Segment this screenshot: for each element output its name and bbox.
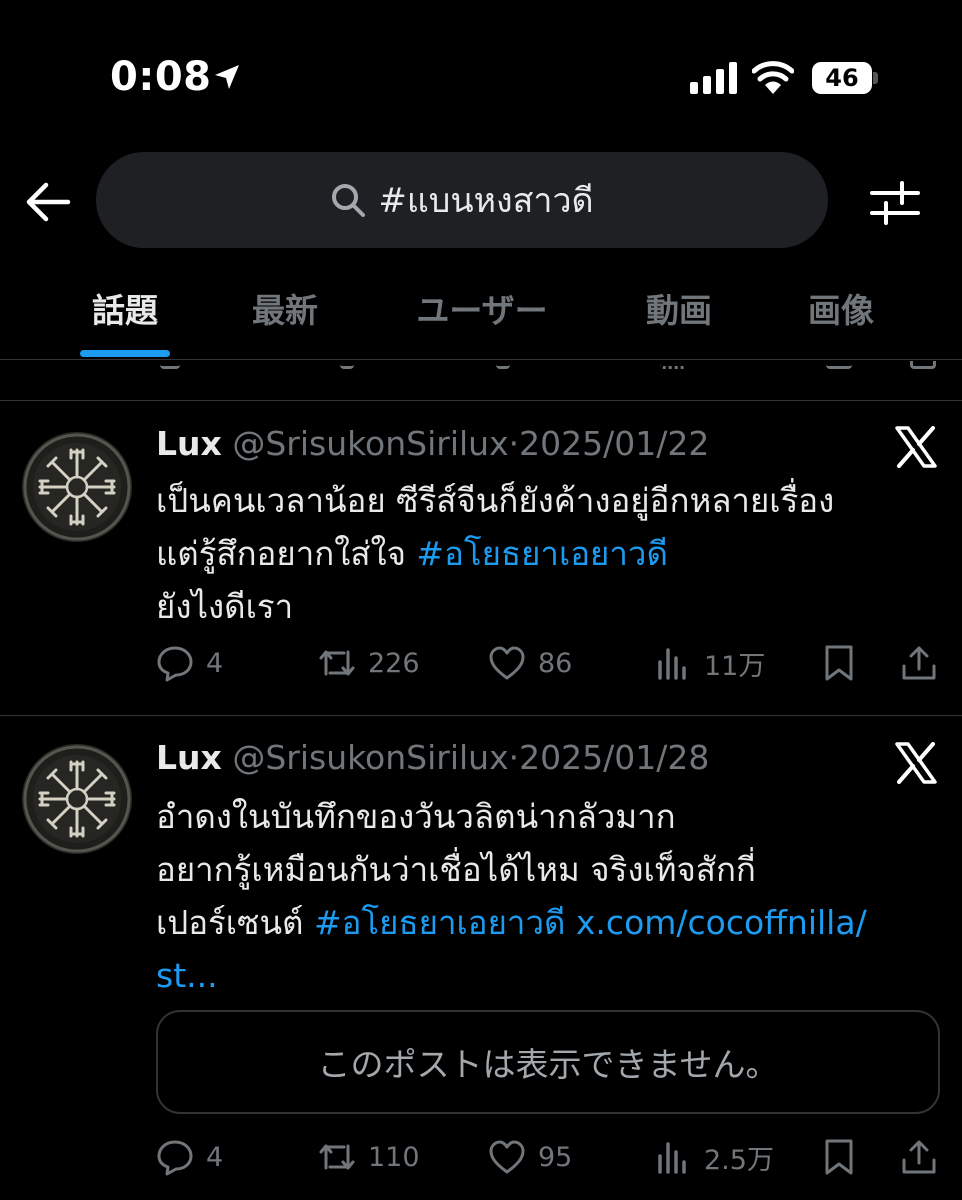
url-link-continuation[interactable]: st... (156, 956, 218, 995)
tweet-text-fragment: แต่รู้สึกอยากใส่ใจ (156, 534, 417, 573)
reply-icon (157, 1140, 193, 1176)
filter-sliders-icon[interactable] (870, 180, 920, 226)
cellular-signal-icon (690, 62, 737, 94)
reply-icon (157, 646, 193, 682)
author-name[interactable]: Lux (156, 424, 222, 463)
share-icon (902, 1140, 936, 1174)
bookmark-icon (825, 645, 853, 681)
search-results-screen: 0:08 46 #แบนหงสาวดี 話題 最新 ユーザー 動画 画像 Lux… (0, 0, 962, 1200)
retweet-count: 226 (368, 647, 420, 679)
bookmark-button[interactable] (820, 1132, 858, 1182)
reply-icon[interactable] (160, 361, 180, 369)
share-button[interactable] (900, 1132, 938, 1182)
tweet-text: อำดงในบันทึกของวันวลิตน่ากลัวมาก อยากรู้… (156, 790, 926, 1002)
unavailable-post-message: このポストは表示できません。 (317, 1045, 779, 1084)
tweet-date[interactable]: 2025/01/22 (519, 424, 709, 463)
reply-button[interactable]: 4 (156, 1132, 223, 1182)
reply-button[interactable]: 4 (156, 638, 223, 688)
views-icon (658, 648, 686, 680)
tab-users[interactable]: ユーザー (402, 284, 562, 344)
tweet-text: เป็นคนเวลาน้อย ซีรีส์จีนก็ยังค้างอยู่อีก… (156, 474, 926, 633)
views-button[interactable]: 2.5万 (654, 1132, 774, 1182)
tweet-text-line: เปอร์เซนต์ #อโยธยาเอยาวดี x.com/cocoffni… (156, 896, 926, 949)
bookmark-icon (825, 1139, 853, 1175)
like-button[interactable]: 86 (488, 638, 572, 688)
hashtag-link[interactable]: #อโยธยาเอยาวดี (416, 534, 667, 573)
header-separator: · (508, 738, 520, 777)
retweet-icon (319, 1144, 355, 1170)
reply-count: 4 (206, 647, 224, 679)
tweet-text-line: st... (156, 949, 926, 1002)
active-tab-indicator (80, 350, 170, 357)
x-logo-icon[interactable] (894, 742, 938, 784)
retweet-icon[interactable] (340, 361, 354, 369)
retweet-icon (319, 650, 355, 676)
like-count: 86 (538, 647, 573, 679)
tweet-date[interactable]: 2025/01/28 (519, 738, 709, 777)
avatar-emblem-icon (23, 433, 131, 541)
battery-icon: 46 (812, 62, 878, 94)
tweet-text-line: อำดงในบันทึกของวันวลิตน่ากลัวมาก (156, 797, 676, 836)
like-icon[interactable] (496, 361, 510, 369)
avatar-emblem-icon (23, 745, 131, 853)
share-icon[interactable] (910, 361, 936, 369)
tweet-text-line: เป็นคนเวลาน้อย ซีรีส์จีนก็ยังค้างอยู่อีก… (156, 481, 835, 520)
tweet-actions: 4 226 86 11万 (156, 638, 946, 688)
reply-count: 4 (206, 1141, 224, 1173)
tweet[interactable]: Lux @SrisukonSirilux·2025/01/28 อำดงในบั… (0, 716, 962, 1200)
author-handle[interactable]: @SrisukonSirilux (232, 738, 508, 777)
tweet-text-line: ยังไงดีเรา (156, 587, 294, 626)
tweet-text-fragment: เปอร์เซนต์ (156, 903, 314, 942)
tweet[interactable]: Lux @SrisukonSirilux·2025/01/22 เป็นคนเว… (0, 402, 962, 716)
back-arrow-icon[interactable] (24, 180, 72, 224)
like-count: 95 (538, 1141, 573, 1173)
tab-top[interactable]: 話題 (80, 284, 170, 344)
views-button[interactable]: 11万 (654, 638, 765, 688)
author-name[interactable]: Lux (156, 738, 222, 777)
views-count: 11万 (704, 650, 766, 682)
retweet-count: 110 (368, 1141, 420, 1173)
retweet-button[interactable]: 226 (318, 638, 420, 688)
like-icon (489, 646, 525, 680)
wifi-icon (752, 61, 794, 94)
search-input[interactable]: #แบนหงสาวดี (96, 152, 828, 248)
avatar[interactable] (22, 432, 132, 542)
tab-images[interactable]: 画像 (796, 284, 886, 344)
tweet-header: Lux @SrisukonSirilux·2025/01/22 (156, 424, 709, 463)
like-icon (489, 1140, 525, 1174)
views-icon (658, 1142, 686, 1174)
share-icon (902, 646, 936, 680)
views-count: 2.5万 (704, 1144, 774, 1176)
header-separator: · (508, 424, 520, 463)
like-button[interactable]: 95 (488, 1132, 572, 1182)
location-arrow-icon (215, 65, 239, 89)
tab-latest[interactable]: 最新 (240, 284, 330, 344)
x-logo-icon[interactable] (894, 426, 938, 468)
tweet-text-line: อยากรู้เหมือนกันว่าเชื่อได้ไหม จริงเท็จส… (156, 850, 756, 889)
tweet-header: Lux @SrisukonSirilux·2025/01/28 (156, 738, 709, 777)
avatar[interactable] (22, 744, 132, 854)
hashtag-link[interactable]: #อโยธยาเอยาวดี (314, 903, 565, 942)
views-icon[interactable] (660, 361, 686, 369)
bookmark-icon[interactable] (826, 361, 852, 369)
status-time: 0:08 (110, 54, 212, 100)
author-handle[interactable]: @SrisukonSirilux (232, 424, 508, 463)
bookmark-button[interactable] (820, 638, 858, 688)
status-bar: 0:08 46 (0, 0, 962, 150)
tweet-actions: 4 110 95 2.5万 (156, 1132, 946, 1182)
tweet-text-line: แต่รู้สึกอยากใส่ใจ #อโยธยาเอยาวดี (156, 527, 926, 580)
unavailable-post-card: このポストは表示できません。 (156, 1010, 940, 1114)
search-tabs: 話題 最新 ユーザー 動画 画像 (0, 270, 962, 360)
search-icon (332, 184, 366, 217)
share-button[interactable] (900, 638, 938, 688)
previous-tweet-actions (0, 361, 962, 401)
search-query: #แบนหงสาวดี (378, 181, 594, 221)
retweet-button[interactable]: 110 (318, 1132, 420, 1182)
url-link[interactable]: x.com/cocoffnilla/ (576, 903, 867, 942)
battery-level: 46 (825, 64, 859, 92)
tab-videos[interactable]: 動画 (634, 284, 724, 344)
